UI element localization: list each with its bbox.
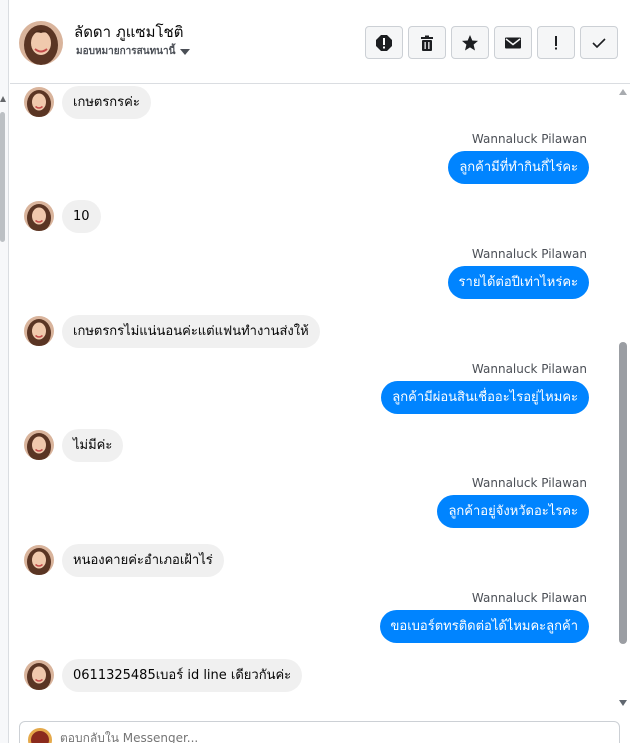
message-thread[interactable]: เกษตรกรค่ะ Wannaluck Pilawan ลูกค้ามีที่…: [10, 85, 615, 705]
incoming-message-row: 0611325485เบอร์ id line เดียวกันค่ะ: [24, 658, 303, 692]
sender-avatar[interactable]: [24, 87, 54, 117]
sender-avatar[interactable]: [24, 660, 54, 690]
incoming-message-bubble[interactable]: ไม่มีค่ะ: [62, 428, 124, 462]
checkmark-icon: [592, 37, 606, 48]
sender-name: Wannaluck Pilawan: [471, 591, 587, 605]
star-icon: [462, 34, 478, 50]
contact-name[interactable]: ลัดดา ภูแซมโชติ: [74, 20, 183, 44]
scroll-up-arrow-icon[interactable]: [619, 89, 627, 95]
conversation-header: ลัดดา ภูแซมโชติ มอบหมายการสนทนานี้: [10, 0, 630, 84]
conversation-actions: [365, 26, 618, 59]
incoming-message-bubble[interactable]: เกษตรกรไม่แน่นอนค่ะแต่แฟนทำงานส่งให้: [62, 314, 320, 348]
scroll-down-arrow-icon[interactable]: [619, 700, 627, 706]
scrollbar-thumb[interactable]: [619, 342, 627, 644]
page-avatar-icon: [28, 728, 52, 743]
assign-conversation-dropdown[interactable]: มอบหมายการสนทนานี้: [76, 44, 191, 59]
alert-octagon-icon: [376, 34, 392, 51]
incoming-message-bubble[interactable]: หนองคายค่ะอำเภอเฝ้าไร่: [62, 543, 224, 577]
sender-name: Wannaluck Pilawan: [471, 132, 587, 146]
scrollbar-thumb[interactable]: [0, 112, 5, 242]
caret-down-icon: [180, 48, 191, 55]
incoming-message-row: 10: [24, 199, 101, 233]
incoming-message-row: เกษตรกรไม่แน่นอนค่ะแต่แฟนทำงานส่งให้: [24, 314, 320, 348]
spam-button[interactable]: [365, 26, 403, 59]
mark-unread-button[interactable]: [494, 26, 532, 59]
reply-input[interactable]: [60, 731, 460, 743]
mark-done-button[interactable]: [580, 26, 618, 59]
thread-scrollbar[interactable]: [615, 85, 630, 710]
incoming-message-row: เกษตรกรค่ะ: [24, 85, 151, 119]
envelope-icon: [505, 37, 521, 48]
message-composer: [19, 721, 620, 743]
scroll-up-arrow-icon[interactable]: [0, 96, 6, 102]
outgoing-message-bubble[interactable]: ลูกค้ามีผ่อนสินเชื่ออะไรอยู่ไหมคะ: [381, 381, 589, 414]
sender-avatar[interactable]: [24, 545, 54, 575]
left-panel-scrollbar[interactable]: [0, 0, 9, 743]
assign-label: มอบหมายการสนทนานี้: [76, 46, 176, 57]
sender-avatar[interactable]: [24, 201, 54, 231]
outgoing-message-bubble[interactable]: ลูกค้ามีที่ทำกินกี่ไร่คะ: [448, 151, 589, 184]
outgoing-message-bubble[interactable]: ขอเบอร์ตทรติดต่อได้ไหมคะลูกค้า: [379, 610, 589, 643]
sender-name: Wannaluck Pilawan: [471, 476, 587, 490]
follow-up-button[interactable]: [537, 26, 575, 59]
outgoing-message-bubble[interactable]: รายได้ต่อปีเท่าไหร่คะ: [447, 266, 589, 299]
contact-avatar[interactable]: [19, 21, 63, 65]
sender-name: Wannaluck Pilawan: [471, 362, 587, 376]
delete-button[interactable]: [408, 26, 446, 59]
star-button[interactable]: [451, 26, 489, 59]
sender-name: Wannaluck Pilawan: [471, 247, 587, 261]
outgoing-message-bubble[interactable]: ลูกค้าอยู่จังหวัดอะไรคะ: [437, 495, 589, 528]
incoming-message-bubble[interactable]: 0611325485เบอร์ id line เดียวกันค่ะ: [62, 658, 303, 692]
incoming-message-bubble[interactable]: 10: [62, 199, 101, 233]
exclamation-icon: [555, 35, 557, 49]
incoming-message-bubble[interactable]: เกษตรกรค่ะ: [62, 85, 151, 119]
incoming-message-row: หนองคายค่ะอำเภอเฝ้าไร่: [24, 543, 224, 577]
trash-icon: [421, 35, 433, 51]
sender-avatar[interactable]: [24, 430, 54, 460]
sender-avatar[interactable]: [24, 316, 54, 346]
incoming-message-row: ไม่มีค่ะ: [24, 428, 124, 462]
